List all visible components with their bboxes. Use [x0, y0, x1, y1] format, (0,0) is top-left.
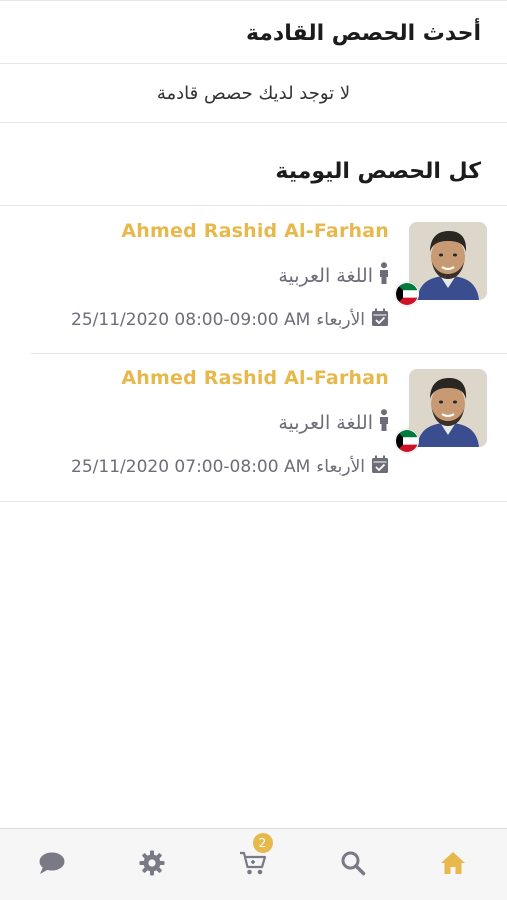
upcoming-lessons-header: أحدث الحصص القادمة	[0, 4, 507, 62]
date-row: الأربعاء 25/11/2020 07:00-08:00 AM	[71, 455, 389, 479]
kuwait-flag-icon	[395, 282, 419, 306]
cart-count-badge: 2	[252, 832, 273, 853]
calendar-check-icon	[371, 455, 389, 479]
bottom-tab-bar: 2	[0, 828, 507, 900]
date-row: الأربعاء 25/11/2020 08:00-09:00 AM	[71, 308, 389, 332]
home-icon	[440, 851, 466, 879]
lesson-day: الأربعاء	[316, 310, 365, 330]
empty-message-text: لا توجد لديك حصص قادمة	[156, 82, 351, 104]
upcoming-lessons-title: أحدث الحصص القادمة	[245, 20, 481, 46]
lesson-date-time: 25/11/2020 07:00-08:00 AM	[71, 457, 311, 477]
tab-search[interactable]	[323, 837, 383, 893]
tab-settings[interactable]	[122, 837, 182, 893]
all-lessons-title: كل الحصص اليومية	[275, 158, 481, 184]
lesson-divider	[0, 501, 507, 502]
lesson-date-time: 25/11/2020 08:00-09:00 AM	[71, 310, 311, 330]
teacher-avatar	[409, 369, 487, 447]
tab-messages[interactable]	[22, 837, 82, 893]
calendar-check-icon	[371, 308, 389, 332]
subject-label: اللغة العربية	[278, 264, 373, 287]
divider	[0, 122, 507, 123]
person-icon	[379, 409, 389, 436]
cart-icon	[239, 850, 267, 880]
lesson-card[interactable]: Ahmed Rashid Al-Farhan اللغة العربية الأ…	[0, 206, 507, 351]
empty-upcoming-message: لا توجد لديك حصص قادمة	[0, 64, 507, 122]
all-daily-lessons-header: كل الحصص اليومية	[0, 140, 507, 202]
chat-icon	[38, 851, 66, 879]
lesson-card[interactable]: Ahmed Rashid Al-Farhan اللغة العربية الأ…	[0, 353, 507, 498]
person-icon	[379, 262, 389, 289]
search-icon	[340, 850, 366, 880]
tab-cart[interactable]: 2	[223, 832, 283, 893]
lesson-day: الأربعاء	[316, 457, 365, 477]
subject-row: اللغة العربية	[278, 409, 389, 436]
teacher-name[interactable]: Ahmed Rashid Al-Farhan	[121, 367, 389, 389]
teacher-name[interactable]: Ahmed Rashid Al-Farhan	[121, 220, 389, 242]
gear-icon	[139, 850, 165, 880]
subject-label: اللغة العربية	[278, 411, 373, 434]
tab-home[interactable]	[423, 837, 483, 893]
kuwait-flag-icon	[395, 429, 419, 453]
teacher-avatar	[409, 222, 487, 300]
top-divider	[0, 0, 507, 1]
subject-row: اللغة العربية	[278, 262, 389, 289]
